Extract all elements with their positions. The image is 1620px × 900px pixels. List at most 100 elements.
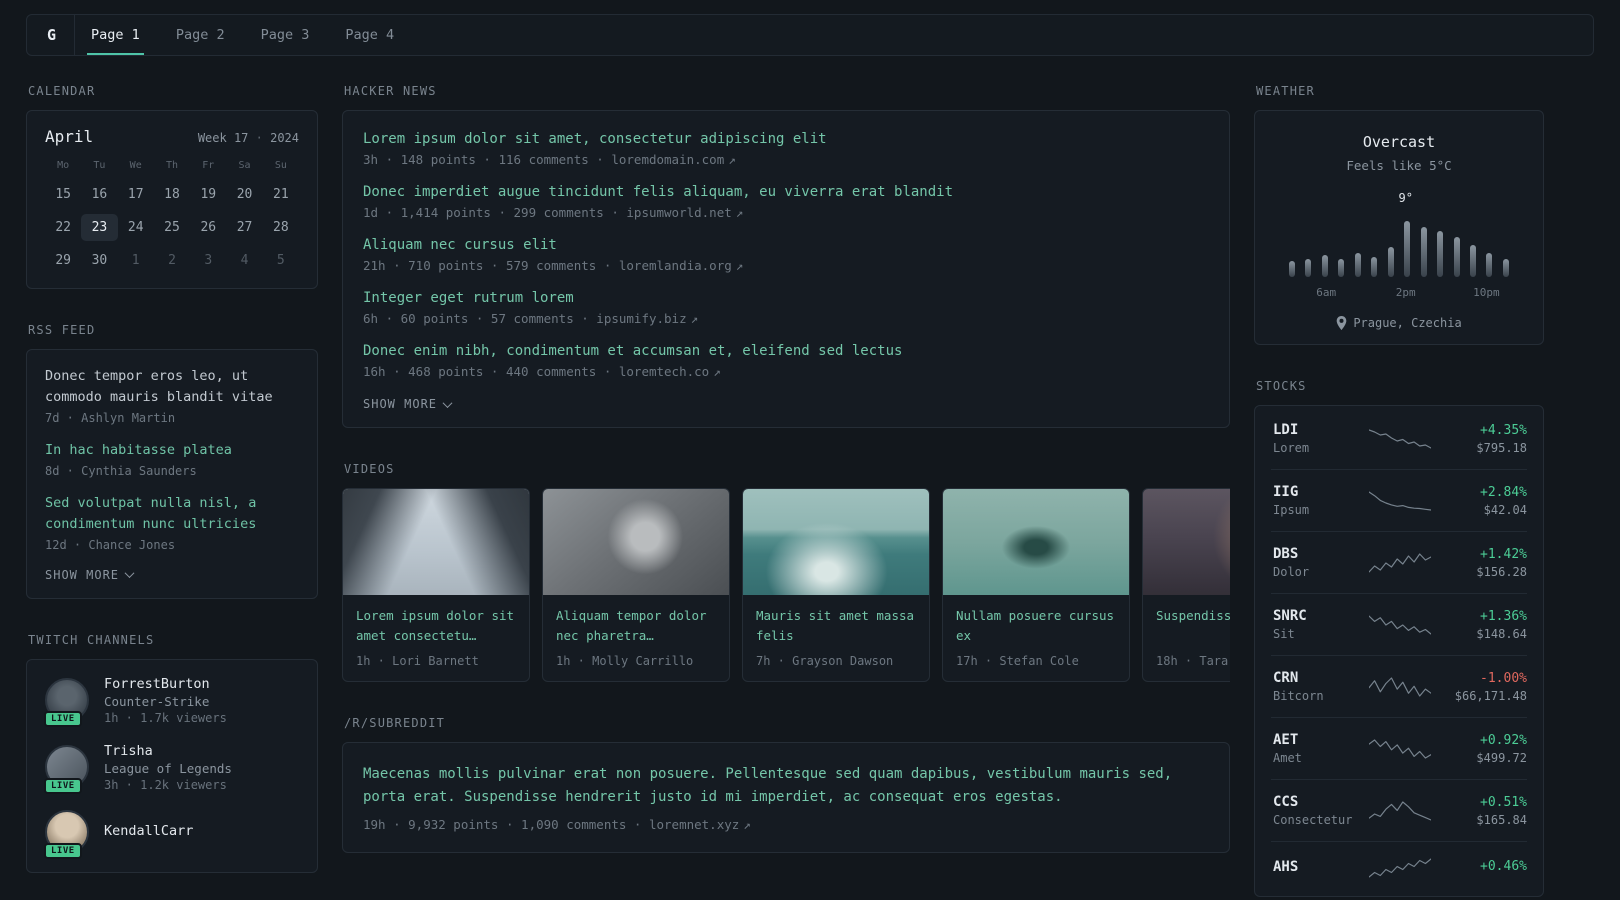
calendar-day[interactable]: 18 xyxy=(154,181,190,208)
calendar-day[interactable]: 19 xyxy=(190,181,226,208)
avatar: LIVE xyxy=(44,745,89,795)
avatar: LIVE xyxy=(44,678,89,728)
videos-row: Lorem ipsum dolor sit amet consectetu… 1… xyxy=(342,488,1230,682)
stock-sparkline xyxy=(1369,551,1431,575)
calendar-day[interactable]: 21 xyxy=(263,181,299,208)
video-title-link[interactable]: Lorem ipsum dolor sit amet consectetu… xyxy=(356,606,516,646)
hn-story-link[interactable]: Integer eget rutrum lorem xyxy=(363,290,1209,306)
stock-row[interactable]: DBS Dolor +1.42% $156.28 xyxy=(1271,531,1527,593)
hn-story-link[interactable]: Donec enim nibh, condimentum et accumsan… xyxy=(363,343,1209,359)
hn-story-link[interactable]: Lorem ipsum dolor sit amet, consectetur … xyxy=(363,131,1209,147)
stock-change: +1.36% xyxy=(1480,608,1527,624)
video-title-link[interactable]: Aliquam tempor dolor nec pharetra… xyxy=(556,606,716,646)
external-link-icon[interactable]: ↗ xyxy=(728,152,736,167)
stock-row[interactable]: AHS +0.46% xyxy=(1271,841,1527,894)
hn-story-link[interactable]: Aliquam nec cursus elit xyxy=(363,237,1209,253)
stock-symbol: AHS xyxy=(1273,858,1299,875)
calendar-day-next-month[interactable]: 5 xyxy=(263,247,299,274)
rss-article-link[interactable]: Donec tempor eros leo, ut commodo mauris… xyxy=(45,366,299,408)
calendar-day-next-month[interactable]: 1 xyxy=(118,247,154,274)
twitch-channel-row[interactable]: LIVE KendallCarr xyxy=(44,809,299,859)
rss-show-more-button[interactable]: SHOW MORE xyxy=(45,568,299,582)
calendar-day[interactable]: 29 xyxy=(45,247,81,274)
calendar-day[interactable]: 28 xyxy=(263,214,299,241)
stock-symbol: CRN xyxy=(1273,670,1299,686)
separator-dot: · xyxy=(255,131,271,145)
twitch-channel-row[interactable]: LIVE Trisha League of Legends 3h · 1.2k … xyxy=(44,743,299,795)
calendar-week-year: Week 17 · 2024 xyxy=(198,131,299,145)
tab-page-1[interactable]: Page 1 xyxy=(87,15,144,55)
tab-page-2[interactable]: Page 2 xyxy=(172,15,229,55)
twitch-channel-game: Counter-Strike xyxy=(104,693,210,709)
calendar-day[interactable]: 16 xyxy=(81,181,117,208)
twitch-channel-meta: 3h · 1.2k viewers xyxy=(104,777,227,792)
stock-row[interactable]: CCS Consectetur +0.51% $165.84 xyxy=(1271,779,1527,841)
calendar-day[interactable]: 22 xyxy=(45,214,81,241)
hn-story-link[interactable]: Donec imperdiet augue tincidunt felis al… xyxy=(363,184,1209,200)
calendar-dow: We xyxy=(129,160,142,171)
calendar-year: 2024 xyxy=(270,131,299,145)
video-card[interactable]: Aliquam tempor dolor nec pharetra… 1h · … xyxy=(542,488,730,682)
calendar-day[interactable]: 24 xyxy=(118,214,154,241)
calendar-day[interactable]: 30 xyxy=(81,247,117,274)
external-link-icon[interactable]: ↗ xyxy=(736,258,744,273)
tab-page-3[interactable]: Page 3 xyxy=(257,15,314,55)
stock-price: $66,171.48 xyxy=(1454,688,1527,703)
hn-show-more-button[interactable]: SHOW MORE xyxy=(363,397,1209,411)
stock-identity: AET Amet xyxy=(1273,732,1369,765)
left-column: CALENDAR April Week 17 · 2024 Mo Tu We T… xyxy=(26,84,318,900)
stock-row[interactable]: CRN Bitcorn -1.00% $66,171.48 xyxy=(1271,655,1527,717)
external-link-icon[interactable]: ↗ xyxy=(743,817,751,832)
stock-values: +1.36% $148.64 xyxy=(1431,609,1527,641)
stocks-widget-title: STOCKS xyxy=(1256,379,1307,393)
external-link-icon[interactable]: ↗ xyxy=(736,205,744,220)
twitch-channel-name[interactable]: Trisha xyxy=(104,743,232,759)
reddit-post-link[interactable]: Maecenas mollis pulvinar erat non posuer… xyxy=(363,763,1209,809)
twitch-channel-row[interactable]: LIVE ForrestBurton Counter-Strike 1h · 1… xyxy=(44,676,299,728)
rss-article-link[interactable]: Sed volutpat nulla nisl, a condimentum n… xyxy=(45,493,299,535)
show-more-label: SHOW MORE xyxy=(363,397,438,411)
video-card[interactable]: Lorem ipsum dolor sit amet consectetu… 1… xyxy=(342,488,530,682)
video-title-link[interactable]: Suspendisse diam xyxy=(1156,606,1230,646)
calendar-day-next-month[interactable]: 2 xyxy=(154,247,190,274)
twitch-channel-name[interactable]: KendallCarr xyxy=(104,823,193,839)
stock-change: +0.92% xyxy=(1480,732,1527,748)
topbar: G Page 1 Page 2 Page 3 Page 4 xyxy=(26,14,1594,56)
calendar-day[interactable]: 25 xyxy=(154,214,190,241)
twitch-channel-name[interactable]: ForrestBurton xyxy=(104,676,227,692)
calendar-day[interactable]: 27 xyxy=(226,214,262,241)
twitch-channel-info: KendallCarr xyxy=(104,823,193,841)
calendar-day[interactable]: 26 xyxy=(190,214,226,241)
stock-row[interactable]: IIG Ipsum +2.84% $42.04 xyxy=(1271,469,1527,531)
tab-page-4[interactable]: Page 4 xyxy=(341,15,398,55)
stock-name: Ipsum xyxy=(1273,503,1310,517)
video-title-link[interactable]: Mauris sit amet massa felis xyxy=(756,606,916,646)
stock-row[interactable]: SNRC Sit +1.36% $148.64 xyxy=(1271,593,1527,655)
stock-row[interactable]: AET Amet +0.92% $499.72 xyxy=(1271,717,1527,779)
calendar-day-next-month[interactable]: 4 xyxy=(226,247,262,274)
calendar-day[interactable]: 15 xyxy=(45,181,81,208)
video-card[interactable]: Nullam posuere cursus ex 17h · Stefan Co… xyxy=(942,488,1130,682)
rss-item-meta: 12d · Chance Jones xyxy=(45,537,176,552)
stock-values: +0.51% $165.84 xyxy=(1431,795,1527,827)
external-link-icon[interactable]: ↗ xyxy=(713,364,721,379)
calendar-day[interactable]: 17 xyxy=(118,181,154,208)
rss-article-link[interactable]: In hac habitasse platea xyxy=(45,440,299,461)
stock-change: +0.51% xyxy=(1480,794,1527,810)
hacker-news-card: Lorem ipsum dolor sit amet, consectetur … xyxy=(342,110,1230,428)
calendar-day[interactable]: 20 xyxy=(226,181,262,208)
video-body: Aliquam tempor dolor nec pharetra… 1h · … xyxy=(543,595,729,681)
stock-name: Amet xyxy=(1273,751,1302,765)
video-card[interactable]: Mauris sit amet massa felis 7h · Grayson… xyxy=(742,488,930,682)
stock-change: +1.42% xyxy=(1480,546,1527,562)
stock-change: +4.35% xyxy=(1480,422,1527,438)
video-card[interactable]: Suspendisse diam 18h · Tara xyxy=(1142,488,1230,682)
stock-row[interactable]: LDI Lorem +4.35% $795.18 xyxy=(1271,408,1527,469)
app-logo[interactable]: G xyxy=(33,15,76,55)
external-link-icon[interactable]: ↗ xyxy=(691,311,699,326)
calendar-day-next-month[interactable]: 3 xyxy=(190,247,226,274)
video-title-link[interactable]: Nullam posuere cursus ex xyxy=(956,606,1116,646)
chevron-down-icon xyxy=(442,397,453,408)
calendar-day-selected[interactable]: 23 xyxy=(81,214,118,241)
hn-story-meta: 3h · 148 points · 116 comments · loremdo… xyxy=(363,152,1209,167)
